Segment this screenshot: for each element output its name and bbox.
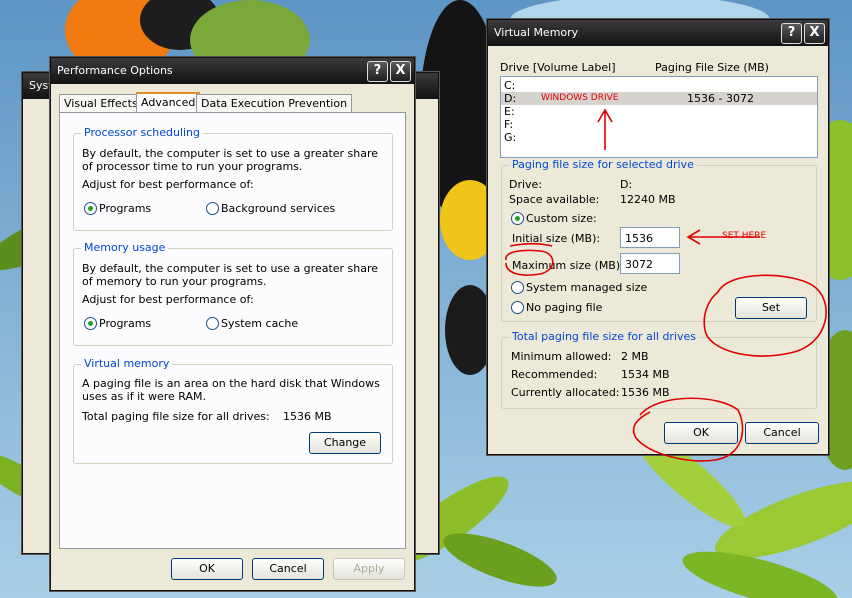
annotation-overlay [505, 108, 827, 462]
circle-mark [505, 249, 554, 276]
circle-mark [703, 274, 827, 357]
set-here-annotation: SET HERE [722, 231, 767, 241]
underline-mark [509, 242, 553, 247]
circle-mark [632, 397, 744, 462]
arrow-up-icon [597, 108, 613, 150]
